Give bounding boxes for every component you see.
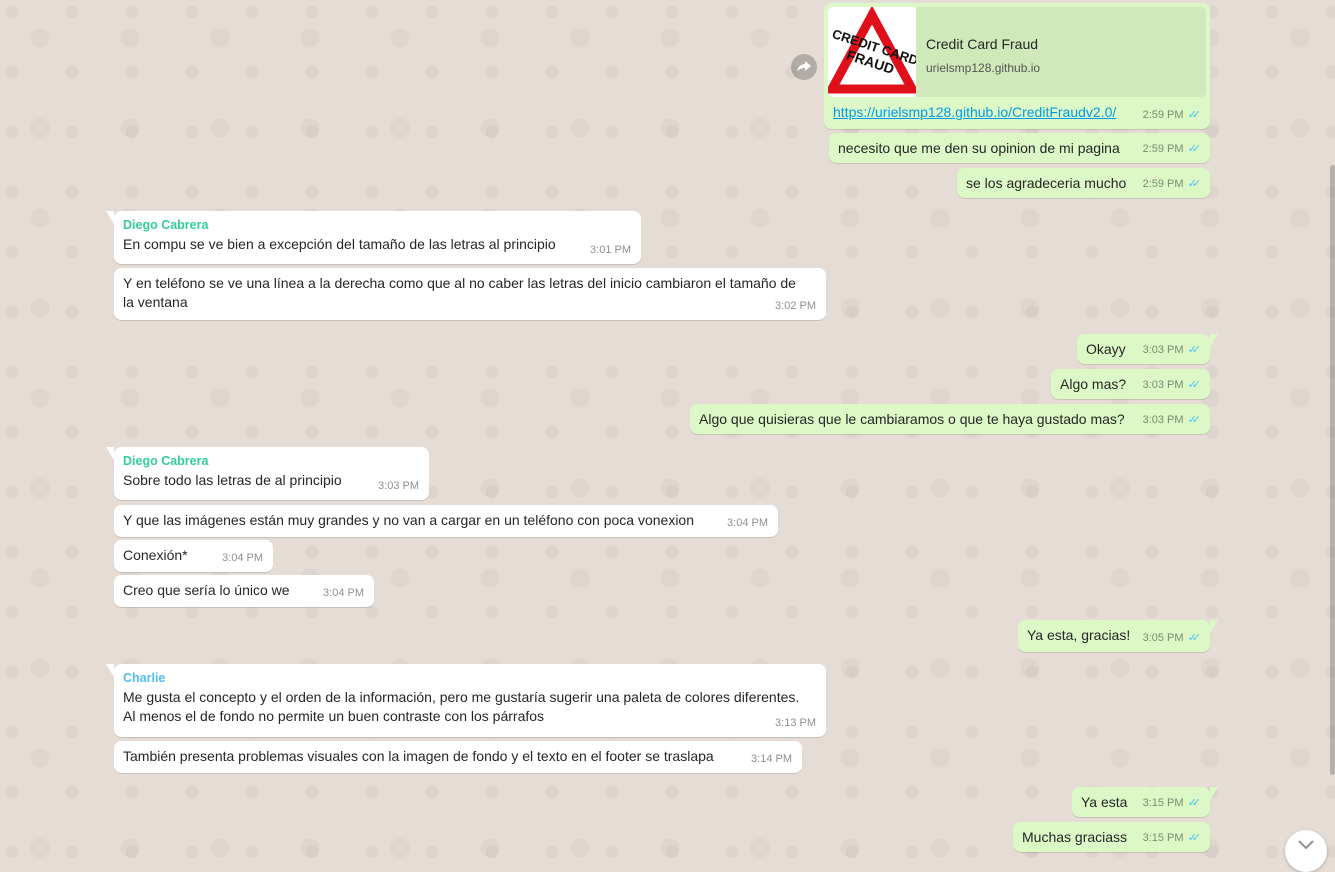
read-receipt-icon: ✓✓ [1187, 632, 1202, 644]
message-text: Algo que quisieras que le cambiaramos o … [699, 411, 1125, 427]
message-time: 3:13 PM [775, 717, 816, 729]
forward-icon [797, 61, 811, 72]
message-text: Ya esta, gracias! [1027, 627, 1131, 643]
incoming-message[interactable]: Creo que sería lo único we 3:04 PM [114, 575, 374, 607]
sender-name: Diego Cabrera [123, 454, 209, 468]
incoming-message[interactable]: Conexión* 3:04 PM [114, 540, 273, 572]
read-receipt-icon: ✓✓ [1187, 797, 1202, 809]
link-preview-title: Credit Card Fraud [926, 36, 1039, 52]
incoming-message[interactable]: Y que las imágenes están muy grandes y n… [114, 505, 778, 537]
message-meta: 2:59 PM ✓✓ [1142, 140, 1202, 159]
message-time: 3:14 PM [751, 753, 792, 765]
message-text: necesito que me den su opinion de mi pag… [838, 140, 1120, 156]
incoming-message[interactable]: También presenta problemas visuales con … [114, 741, 802, 773]
message-text: Muchas graciass [1022, 829, 1128, 845]
outgoing-message[interactable]: se los agradeceria mucho 2:59 PM ✓✓ [957, 168, 1210, 198]
link-preview-domain: urielsmp128.github.io [926, 61, 1041, 75]
message-meta: 3:03 PM ✓✓ [1142, 411, 1202, 430]
message-meta: 3:13 PM [775, 714, 816, 733]
link-message[interactable]: CREDIT CARD FRAUD Credit Card Fraud urie… [824, 3, 1210, 129]
read-receipt-icon: ✓✓ [1187, 344, 1202, 356]
message-time: 3:02 PM [775, 300, 816, 312]
message-meta: 3:05 PM ✓✓ [1142, 629, 1202, 648]
message-meta: 3:03 PM [378, 477, 419, 496]
incoming-message[interactable]: Diego Cabrera Sobre todo las letras de a… [106, 447, 429, 500]
message-text: Algo mas? [1060, 376, 1127, 392]
read-receipt-icon: ✓✓ [1187, 414, 1202, 426]
outgoing-message[interactable]: Okayy 3:03 PM ✓✓ [1077, 334, 1218, 364]
message-time: 3:05 PM [1142, 632, 1184, 644]
message-time: 3:03 PM [378, 480, 419, 492]
message-text: Conexión* [123, 547, 188, 563]
scroll-to-bottom-button[interactable] [1285, 830, 1327, 872]
message-meta: 2:59 PM ✓✓ [1142, 175, 1202, 194]
message-meta: 3:15 PM ✓✓ [1142, 794, 1202, 813]
message-text: Sobre todo las letras de al principio [123, 472, 342, 488]
message-meta: 3:03 PM ✓✓ [1142, 376, 1202, 395]
read-receipt-icon: ✓✓ [1187, 143, 1202, 155]
message-time: 3:04 PM [222, 552, 263, 564]
incoming-message[interactable]: Y en teléfono se ve una línea a la derec… [114, 268, 826, 320]
message-text: Okayy [1086, 341, 1126, 357]
outgoing-message[interactable]: Muchas graciass 3:15 PM ✓✓ [1013, 822, 1210, 852]
message-time: 3:04 PM [727, 517, 768, 529]
message-meta: 3:04 PM [323, 584, 364, 603]
message-time: 3:03 PM [1142, 344, 1184, 356]
message-meta: 3:15 PM ✓✓ [1142, 829, 1202, 848]
outgoing-message[interactable]: Ya esta, gracias! 3:05 PM ✓✓ [1018, 620, 1218, 652]
message-time: 3:15 PM [1142, 832, 1184, 844]
message-time: 3:04 PM [323, 587, 364, 599]
message-text: Creo que sería lo único we [123, 582, 290, 598]
message-meta: 3:02 PM [775, 297, 816, 316]
message-time: 3:15 PM [1142, 797, 1184, 809]
message-text: Y en teléfono se ve una línea a la derec… [123, 275, 796, 310]
outgoing-message[interactable]: Algo que quisieras que le cambiaramos o … [690, 404, 1210, 434]
read-receipt-icon: ✓✓ [1187, 109, 1202, 121]
outgoing-message[interactable]: Algo mas? 3:03 PM ✓✓ [1051, 369, 1210, 399]
outgoing-message[interactable]: necesito que me den su opinion de mi pag… [829, 133, 1210, 163]
read-receipt-icon: ✓✓ [1187, 379, 1202, 391]
sender-name: Diego Cabrera [123, 218, 209, 232]
read-receipt-icon: ✓✓ [1187, 832, 1202, 844]
message-meta: 3:14 PM [751, 750, 792, 769]
read-receipt-icon: ✓✓ [1187, 178, 1202, 190]
forward-button[interactable] [791, 54, 817, 80]
chevron-down-icon [1298, 840, 1314, 850]
sender-name: Charlie [123, 671, 166, 685]
message-time: 2:59 PM [1142, 109, 1184, 121]
message-meta: 3:01 PM [590, 241, 631, 260]
message-text: se los agradeceria mucho [966, 175, 1127, 191]
message-text: Ya esta [1081, 794, 1128, 810]
message-text: También presenta problemas visuales con … [123, 748, 714, 764]
message-time: 3:03 PM [1142, 379, 1184, 391]
message-text: Y que las imágenes están muy grandes y n… [123, 512, 695, 528]
scrollbar[interactable] [1330, 165, 1335, 775]
message-meta: 3:04 PM [222, 549, 263, 568]
incoming-message[interactable]: Charlie Me gusta el concepto y el orden … [106, 664, 826, 737]
message-meta: 2:59 PM ✓✓ [1142, 106, 1202, 125]
message-time: 2:59 PM [1142, 143, 1184, 155]
message-link[interactable]: https://urielsmp128.github.io/CreditFrau… [833, 104, 1116, 120]
incoming-message[interactable]: Diego Cabrera En compu se ve bien a exce… [106, 211, 641, 264]
message-text: Me gusta el concepto y el orden de la in… [123, 689, 800, 724]
outgoing-message[interactable]: Ya esta 3:15 PM ✓✓ [1072, 787, 1218, 817]
message-meta: 3:03 PM ✓✓ [1142, 341, 1202, 360]
link-preview[interactable]: CREDIT CARD FRAUD Credit Card Fraud urie… [828, 7, 1206, 97]
link-thumbnail: CREDIT CARD FRAUD [828, 7, 920, 97]
message-text: En compu se ve bien a excepción del tama… [123, 236, 556, 252]
message-meta: 3:04 PM [727, 514, 768, 533]
message-time: 3:01 PM [590, 244, 631, 256]
message-time: 3:03 PM [1142, 414, 1184, 426]
message-time: 2:59 PM [1142, 178, 1184, 190]
